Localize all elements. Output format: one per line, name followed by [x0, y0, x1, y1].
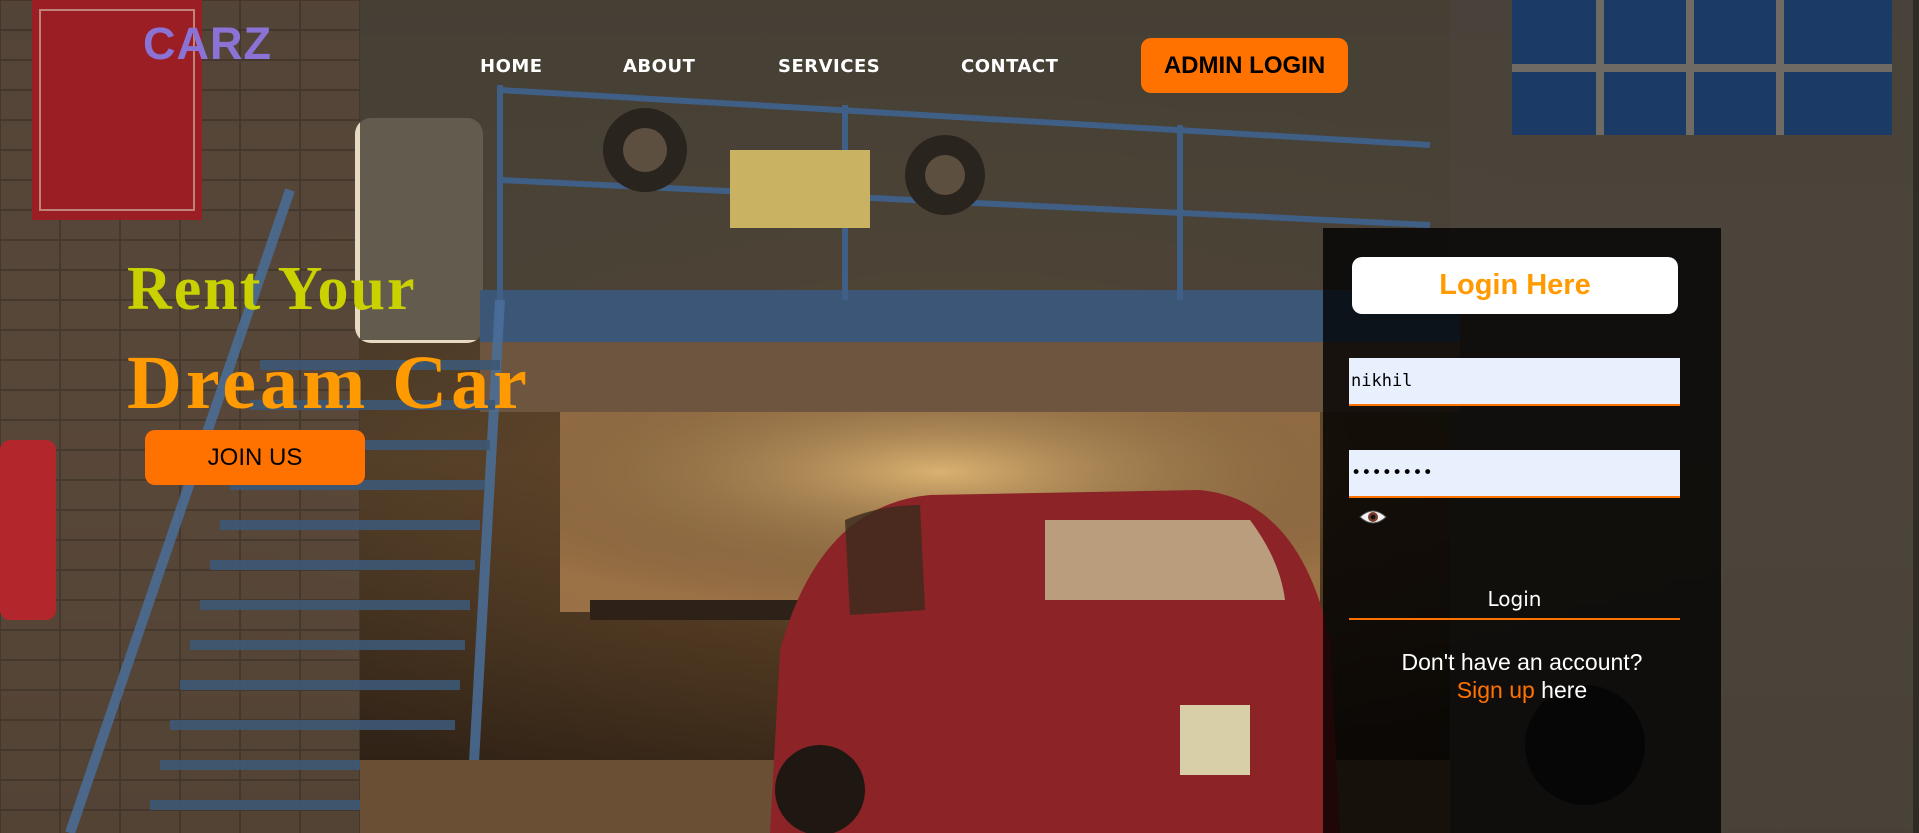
- nav-link-contact[interactable]: CONTACT: [961, 56, 1058, 77]
- signup-line: Sign up here: [1323, 676, 1721, 704]
- hero-heading-line1: Rent Your: [127, 255, 417, 323]
- brand-logo[interactable]: CARZ: [143, 18, 272, 70]
- password-field[interactable]: ••••••••: [1349, 450, 1680, 498]
- signup-suffix-text: here: [1541, 677, 1588, 703]
- admin-login-button[interactable]: ADMIN LOGIN: [1141, 38, 1348, 93]
- signup-prompt: Don't have an account? Sign up here: [1323, 648, 1721, 704]
- no-account-text: Don't have an account?: [1401, 649, 1643, 675]
- join-us-button[interactable]: JOIN US: [145, 430, 365, 485]
- hero-heading-line2: Dream Car: [127, 341, 531, 425]
- page-edge-scrollbar[interactable]: [1913, 0, 1919, 833]
- nav-link-home[interactable]: HOME: [480, 56, 543, 77]
- nav-link-services[interactable]: SERVICES: [778, 56, 880, 77]
- username-field[interactable]: nikhil: [1349, 358, 1680, 406]
- login-panel: [1323, 228, 1721, 833]
- eye-icon[interactable]: [1359, 508, 1387, 526]
- signup-link[interactable]: Sign up: [1457, 677, 1535, 703]
- page: CARZ HOME ABOUT SERVICES CONTACT ADMIN L…: [0, 0, 1919, 833]
- login-submit-button[interactable]: Login: [1349, 580, 1680, 620]
- login-title: Login Here: [1352, 257, 1678, 314]
- nav-link-about[interactable]: ABOUT: [623, 56, 695, 77]
